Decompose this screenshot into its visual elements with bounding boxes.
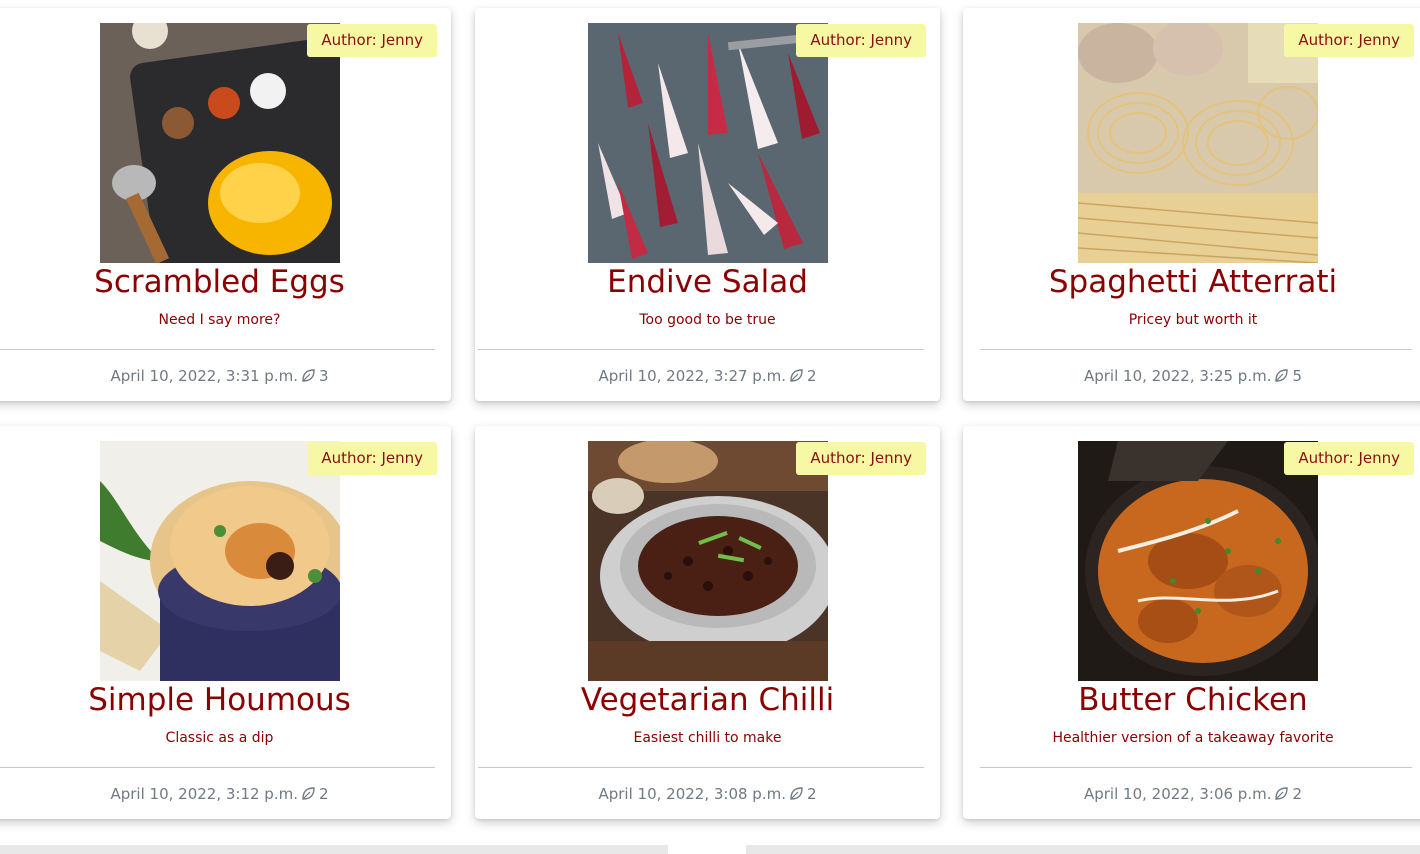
post-meta: April 10, 2022, 3:08 p.m. 2: [475, 783, 940, 808]
leaf-icon: [788, 786, 804, 808]
post-excerpt: Need I say more?: [158, 312, 281, 328]
post-card[interactable]: Author: Jenny Simple Houmous Classic as …: [0, 426, 451, 819]
post-excerpt: Pricey but worth it: [1128, 312, 1258, 328]
post-meta: April 10, 2022, 3:31 p.m. 3: [0, 365, 451, 390]
author-badge[interactable]: Author: Jenny: [1284, 442, 1414, 475]
likes-count: 2: [318, 785, 329, 803]
post-excerpt: Easiest chilli to make: [633, 730, 782, 746]
post-title[interactable]: Vegetarian Chilli: [475, 678, 940, 722]
post-grid: Author: Jenny Scrambled Eggs Need I say …: [0, 0, 1420, 854]
author-badge[interactable]: Author: Jenny: [307, 24, 437, 57]
leaf-icon: [1273, 786, 1289, 808]
author-badge[interactable]: Author: Jenny: [307, 442, 437, 475]
likes-count: 2: [1292, 785, 1303, 803]
post-title[interactable]: Endive Salad: [475, 260, 940, 304]
chilli-image[interactable]: [587, 441, 828, 681]
post-title[interactable]: Spaghetti Atterrati: [963, 260, 1420, 304]
divider: [478, 767, 924, 768]
post-excerpt: Too good to be true: [639, 312, 776, 328]
author-badge[interactable]: Author: Jenny: [796, 442, 926, 475]
pagination-tab[interactable]: [668, 845, 746, 854]
author-badge[interactable]: Author: Jenny: [796, 24, 926, 57]
post-card[interactable]: Author: Jenny Vegetarian Chilli Easiest …: [475, 426, 940, 819]
post-title[interactable]: Scrambled Eggs: [0, 260, 451, 304]
divider: [980, 349, 1412, 350]
houmous-image[interactable]: [99, 441, 340, 681]
post-meta: April 10, 2022, 3:25 p.m. 5: [963, 365, 1420, 390]
post-date: April 10, 2022, 3:08 p.m.: [598, 785, 786, 803]
divider: [0, 767, 435, 768]
post-meta: April 10, 2022, 3:06 p.m. 2: [963, 783, 1420, 808]
likes-count: 2: [806, 367, 817, 385]
post-date: April 10, 2022, 3:12 p.m.: [110, 785, 298, 803]
post-title[interactable]: Butter Chicken: [963, 678, 1420, 722]
leaf-icon: [788, 368, 804, 390]
divider: [980, 767, 1412, 768]
likes-count: 2: [806, 785, 817, 803]
scrambled-eggs-image[interactable]: [99, 23, 340, 263]
post-title[interactable]: Simple Houmous: [0, 678, 451, 722]
post-excerpt: Healthier version of a takeaway favorite: [1052, 730, 1334, 746]
post-card[interactable]: Author: Jenny Spaghetti Atterrati Pricey…: [963, 8, 1420, 401]
author-badge[interactable]: Author: Jenny: [1284, 24, 1414, 57]
spaghetti-image[interactable]: [1078, 23, 1318, 263]
post-card[interactable]: Author: Jenny Butter Chicken Healthier v…: [963, 426, 1420, 819]
post-date: April 10, 2022, 3:31 p.m.: [110, 367, 298, 385]
post-meta: April 10, 2022, 3:12 p.m. 2: [0, 783, 451, 808]
post-date: April 10, 2022, 3:27 p.m.: [598, 367, 786, 385]
leaf-icon: [1273, 368, 1289, 390]
divider: [0, 349, 435, 350]
post-meta: April 10, 2022, 3:27 p.m. 2: [475, 365, 940, 390]
post-card[interactable]: Author: Jenny Endive Salad Too good to b…: [475, 8, 940, 401]
likes-count: 5: [1292, 367, 1303, 385]
likes-count: 3: [318, 367, 329, 385]
post-excerpt: Classic as a dip: [165, 730, 274, 746]
butter-chicken-image[interactable]: [1078, 441, 1318, 681]
post-date: April 10, 2022, 3:06 p.m.: [1083, 785, 1272, 803]
post-date: April 10, 2022, 3:25 p.m.: [1083, 367, 1272, 385]
divider: [478, 349, 924, 350]
endive-salad-image[interactable]: [587, 23, 828, 263]
leaf-icon: [300, 368, 316, 390]
post-card[interactable]: Author: Jenny Scrambled Eggs Need I say …: [0, 8, 451, 401]
leaf-icon: [300, 786, 316, 808]
